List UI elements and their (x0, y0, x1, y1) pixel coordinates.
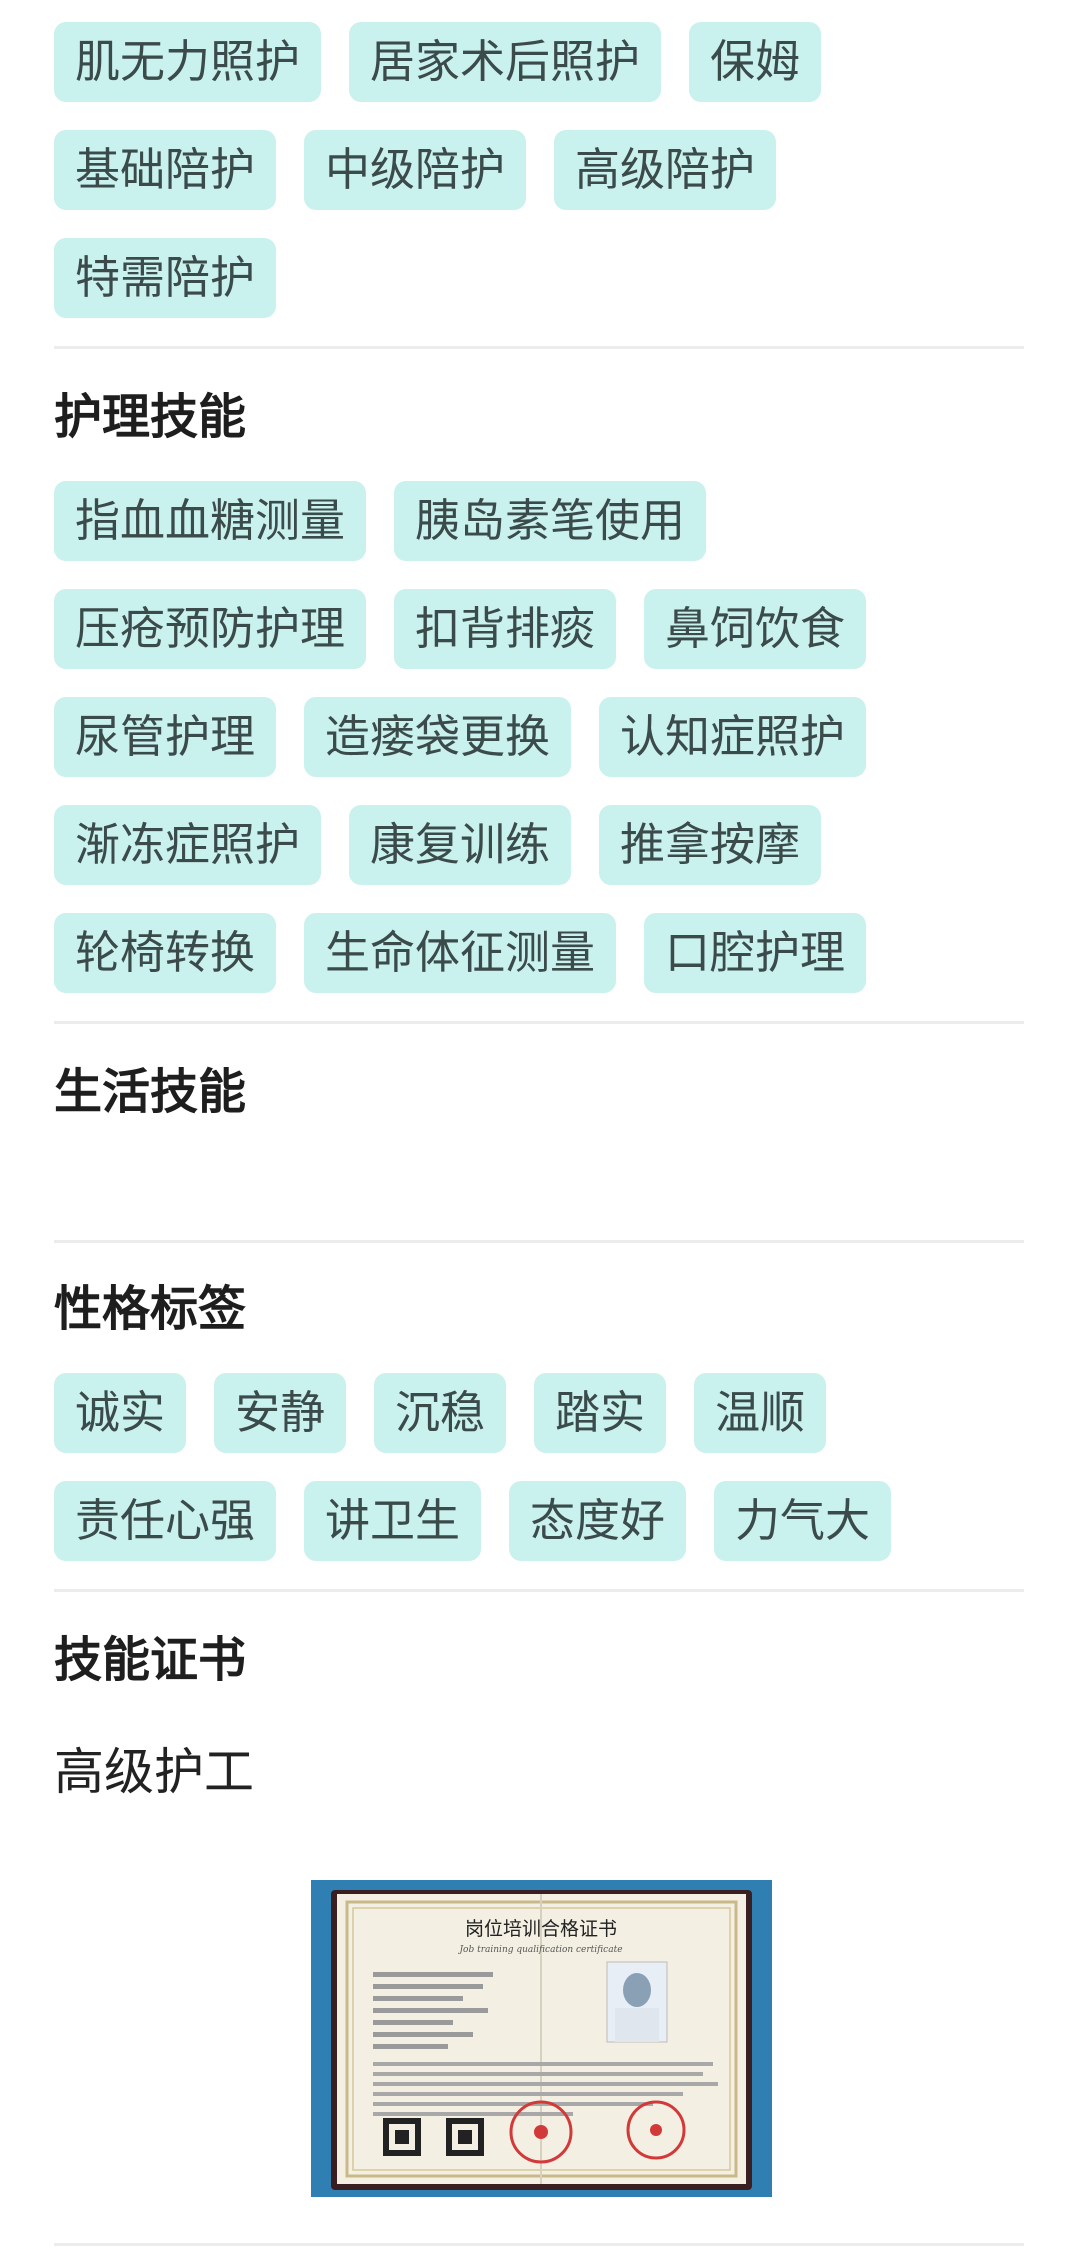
tag[interactable]: 中级陪护 (304, 130, 527, 210)
tag[interactable]: 扣背排痰 (394, 589, 617, 669)
tag[interactable]: 沉稳 (374, 1373, 507, 1453)
tag-row: 诚实 安静 沉稳 踏实 温顺 (54, 1373, 1024, 1453)
certificate-name: 高级护工 (54, 1743, 254, 1801)
tag[interactable]: 保姆 (689, 22, 822, 102)
certificate-subheading: Job training qualification certificate (457, 1945, 622, 1955)
service-type-tags: 肌无力照护 居家术后照护 保姆 基础陪护 中级陪护 高级陪护 特需陪护 (54, 22, 1024, 318)
tag-row: 肌无力照护 居家术后照护 保姆 (54, 22, 1024, 102)
tag-row: 轮椅转换 生命体征测量 口腔护理 (54, 913, 1024, 993)
tag[interactable]: 尿管护理 (54, 697, 277, 777)
tag[interactable]: 踏实 (534, 1373, 667, 1453)
section-divider (54, 1589, 1024, 1592)
character-tags: 诚实 安静 沉稳 踏实 温顺 责任心强 讲卫生 态度好 力气大 (54, 1373, 1024, 1561)
certificate-photo[interactable]: 岗位培训合格证书 Job training qualification cert… (311, 1880, 772, 2197)
tag-row: 责任心强 讲卫生 态度好 力气大 (54, 1481, 1024, 1561)
certificate-image: 岗位培训合格证书 Job training qualification cert… (311, 1880, 772, 2197)
tag[interactable]: 居家术后照护 (349, 22, 662, 102)
tag[interactable]: 肌无力照护 (54, 22, 322, 102)
tag[interactable]: 基础陪护 (54, 130, 277, 210)
bottom-divider (54, 2243, 1024, 2246)
tag-row: 特需陪护 (54, 238, 1024, 318)
tag[interactable]: 责任心强 (54, 1481, 277, 1561)
tag-row: 基础陪护 中级陪护 高级陪护 (54, 130, 1024, 210)
tag-row: 尿管护理 造瘘袋更换 认知症照护 (54, 697, 1024, 777)
tag[interactable]: 推拿按摩 (599, 805, 822, 885)
section-title-certificates: 技能证书 (54, 1632, 247, 1688)
section-divider (54, 1240, 1024, 1243)
section-title-nursing-skills: 护理技能 (54, 389, 247, 445)
tag[interactable]: 渐冻症照护 (54, 805, 322, 885)
tag[interactable]: 安静 (214, 1373, 347, 1453)
life-skills-empty (54, 1122, 1024, 1240)
section-divider (54, 346, 1024, 349)
tag[interactable]: 康复训练 (349, 805, 572, 885)
profile-content: 肌无力照护 居家术后照护 保姆 基础陪护 中级陪护 高级陪护 特需陪护 护理技能… (54, 22, 1024, 1802)
section-title-life-skills: 生活技能 (54, 1064, 247, 1120)
tag[interactable]: 讲卫生 (304, 1481, 482, 1561)
tag[interactable]: 造瘘袋更换 (304, 697, 572, 777)
tag[interactable]: 温顺 (694, 1373, 827, 1453)
section-title-character-tags: 性格标签 (54, 1281, 247, 1337)
tag[interactable]: 指血血糖测量 (54, 481, 367, 561)
tag[interactable]: 诚实 (54, 1373, 187, 1453)
tag[interactable]: 鼻饲饮食 (644, 589, 867, 669)
section-divider (54, 1021, 1024, 1024)
tag[interactable]: 生命体征测量 (304, 913, 617, 993)
tag-row: 指血血糖测量 胰岛素笔使用 (54, 481, 1024, 561)
tag-row: 渐冻症照护 康复训练 推拿按摩 (54, 805, 1024, 885)
tag[interactable]: 特需陪护 (54, 238, 277, 318)
tag-row: 压疮预防护理 扣背排痰 鼻饲饮食 (54, 589, 1024, 669)
tag[interactable]: 口腔护理 (644, 913, 867, 993)
nursing-skill-tags: 指血血糖测量 胰岛素笔使用 压疮预防护理 扣背排痰 鼻饲饮食 尿管护理 造瘘袋更… (54, 481, 1024, 993)
tag[interactable]: 力气大 (714, 1481, 892, 1561)
tag[interactable]: 胰岛素笔使用 (394, 481, 707, 561)
tag[interactable]: 态度好 (509, 1481, 687, 1561)
tag[interactable]: 轮椅转换 (54, 913, 277, 993)
certificate-heading: 岗位培训合格证书 (465, 1918, 617, 1940)
tag[interactable]: 高级陪护 (554, 130, 777, 210)
tag[interactable]: 认知症照护 (599, 697, 867, 777)
tag[interactable]: 压疮预防护理 (54, 589, 367, 669)
